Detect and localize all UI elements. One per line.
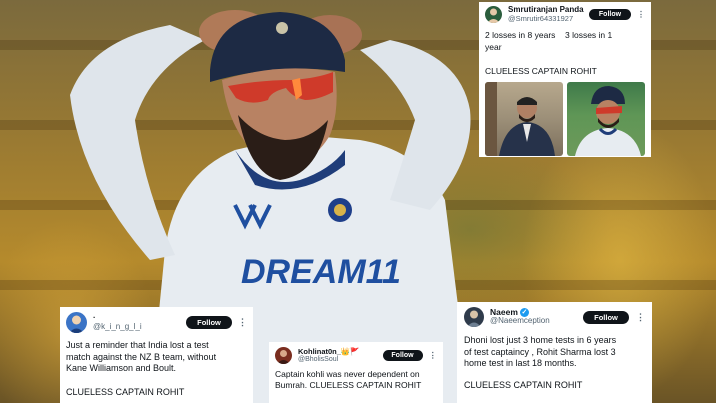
more-options-icon[interactable]: ⋮ <box>238 317 247 328</box>
tweet-text-line: CLUELESS CAPTAIN ROHIT <box>464 380 583 391</box>
tweet-text: Just a reminder that India lost a test m… <box>66 340 217 374</box>
tweet-header: Smrutiranjan Panda @Smrutir64331927 Foll… <box>485 5 645 24</box>
tweet-image[interactable] <box>567 82 645 156</box>
tweet-text: Dhoni lost just 3 home tests in 6 years … <box>464 335 617 369</box>
tweet-media[interactable] <box>485 82 645 156</box>
avatar[interactable] <box>485 6 502 24</box>
more-options-icon[interactable]: ⋮ <box>637 10 645 19</box>
tweet-text-line: CLUELESS CAPTAIN ROHIT <box>66 387 185 398</box>
tweet-text-line: CLUELESS CAPTAIN ROHIT <box>485 65 597 76</box>
more-options-icon[interactable]: ⋮ <box>636 312 645 323</box>
tweet-card: · @k_i_n_g_l_i Follow ⋮ Just a reminder … <box>60 307 253 403</box>
tweet-image[interactable] <box>485 82 563 156</box>
tweet-card: Kohlinat0n_👑🚩 @BholisSoul Follow ⋮ Capta… <box>269 342 443 403</box>
photo-icon <box>575 86 641 156</box>
avatar[interactable] <box>275 347 292 364</box>
avatar[interactable] <box>464 307 484 327</box>
tweet-text: Captain kohli was never dependent on Bum… <box>275 369 422 390</box>
avatar[interactable] <box>66 312 87 333</box>
tweet-card: Smrutiranjan Panda @Smrutir64331927 Foll… <box>479 2 651 157</box>
tweet-header: · @k_i_n_g_l_i Follow ⋮ <box>66 312 247 333</box>
tweet-text: 2 losses in 8 years year 3 losses in 1 <box>485 30 645 53</box>
user-handle[interactable]: @BholisSoul <box>298 356 383 364</box>
display-name[interactable]: Kohlinat0n_👑🚩 <box>298 346 383 356</box>
follow-button[interactable]: Follow <box>186 316 232 329</box>
name-emoji: 👑🚩 <box>340 346 360 356</box>
user-handle[interactable]: @Smrutir64331927 <box>508 14 589 23</box>
tweet-header: Kohlinat0n_👑🚩 @BholisSoul Follow ⋮ <box>275 347 437 364</box>
jersey-sponsor-logo: DREAM11 <box>241 253 401 291</box>
follow-button[interactable]: Follow <box>589 9 631 21</box>
user-avatar-icon <box>467 310 481 327</box>
user-avatar-icon <box>69 315 84 333</box>
follow-button[interactable]: Follow <box>583 310 629 324</box>
tweet-header: Naeem ✓ @Naeemception Follow ⋮ <box>464 307 645 327</box>
tweet-card: Naeem ✓ @Naeemception Follow ⋮ Dhoni lost… <box>457 302 652 403</box>
user-handle[interactable]: @Naeemception <box>490 316 583 326</box>
user-handle[interactable]: @k_i_n_g_l_i <box>93 322 186 332</box>
tweet-text-left: 2 losses in 8 years year <box>485 30 556 52</box>
user-avatar-icon <box>487 8 500 24</box>
follow-button[interactable]: Follow <box>382 350 423 361</box>
more-options-icon[interactable]: ⋮ <box>429 350 438 361</box>
user-avatar-icon <box>277 350 290 364</box>
photo-icon <box>485 82 555 156</box>
tweet-text-right: 3 losses in 1 <box>565 30 613 41</box>
